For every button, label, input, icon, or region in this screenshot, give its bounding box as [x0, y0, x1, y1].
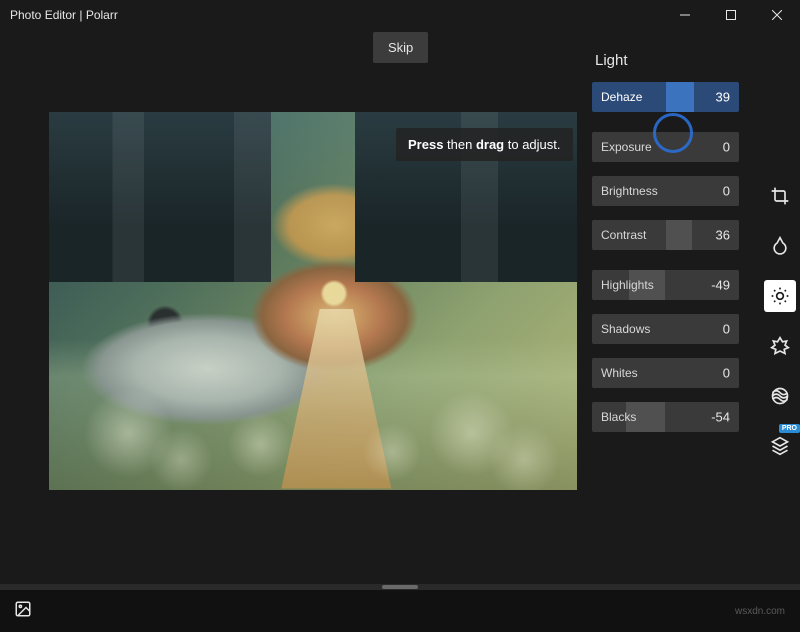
tooltip-press: Press: [408, 137, 443, 152]
slider-brightness[interactable]: Brightness 0: [592, 176, 739, 206]
slider-blacks[interactable]: Blacks -54: [592, 402, 739, 432]
window-title: Photo Editor | Polarr: [10, 8, 118, 22]
detail-tool-button[interactable]: [764, 330, 796, 362]
slider-label: Contrast: [601, 228, 646, 242]
slider-label: Highlights: [601, 278, 654, 292]
slider-highlights[interactable]: Highlights -49: [592, 270, 739, 300]
slider-label: Exposure: [601, 140, 652, 154]
photo-canvas[interactable]: [49, 112, 577, 490]
image-library-button[interactable]: [14, 600, 32, 623]
slider-label: Shadows: [601, 322, 650, 336]
minimize-button[interactable]: [662, 0, 708, 30]
tool-rail: PRO: [760, 180, 800, 462]
bottom-strip: wsxdn.com: [0, 590, 800, 632]
slider-value: 0: [723, 140, 730, 155]
drag-handle-icon[interactable]: [382, 585, 418, 589]
skip-container: Skip: [373, 32, 428, 63]
effects-icon: [770, 386, 790, 406]
layers-icon: [770, 436, 790, 456]
attribution-text: wsxdn.com: [735, 606, 800, 617]
slider-value: 36: [716, 228, 730, 243]
crop-icon: [770, 186, 790, 206]
tutorial-tooltip: Press then drag to adjust.: [396, 128, 573, 161]
slider-contrast[interactable]: Contrast 36: [592, 220, 739, 250]
slider-value: 0: [723, 184, 730, 199]
slider-value: 39: [716, 90, 730, 105]
titlebar: Photo Editor | Polarr: [0, 0, 800, 30]
effects-tool-button[interactable]: [764, 380, 796, 412]
crop-tool-button[interactable]: [764, 180, 796, 212]
slider-label: Blacks: [601, 410, 636, 424]
light-tool-button[interactable]: [764, 280, 796, 312]
slider-shadows[interactable]: Shadows 0: [592, 314, 739, 344]
slider-dehaze[interactable]: Dehaze 39: [592, 82, 739, 112]
slider-label: Brightness: [601, 184, 658, 198]
window-controls: [662, 0, 800, 30]
color-tool-button[interactable]: [764, 230, 796, 262]
slider-value: 0: [723, 366, 730, 381]
tutorial-highlight-circle: [653, 113, 693, 153]
color-icon: [770, 236, 790, 256]
slider-label: Dehaze: [601, 90, 642, 104]
close-button[interactable]: [754, 0, 800, 30]
slider-whites[interactable]: Whites 0: [592, 358, 739, 388]
panel-title: Light: [595, 52, 628, 69]
detail-icon: [770, 336, 790, 356]
slider-label: Whites: [601, 366, 638, 380]
tooltip-drag: drag: [476, 137, 504, 152]
skip-button[interactable]: Skip: [373, 32, 428, 63]
pro-badge: PRO: [779, 424, 800, 433]
maximize-button[interactable]: [708, 0, 754, 30]
slider-value: 0: [723, 322, 730, 337]
layers-tool-button[interactable]: PRO: [764, 430, 796, 462]
light-icon: [770, 286, 790, 306]
slider-value: -49: [711, 278, 730, 293]
slider-value: -54: [711, 410, 730, 425]
